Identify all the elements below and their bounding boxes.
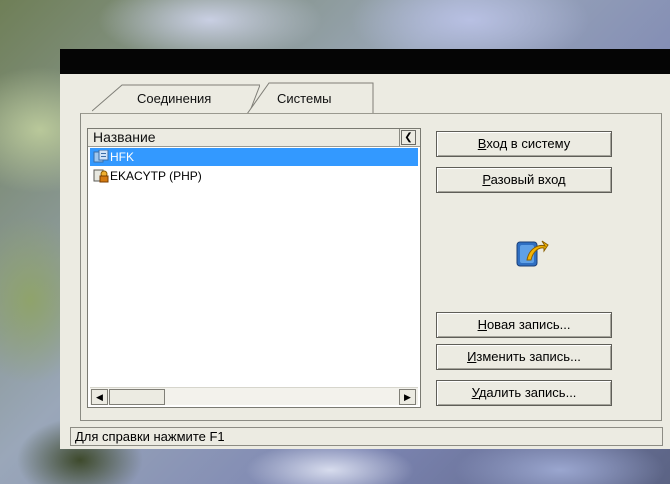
tab-connections[interactable]: Соединения [92, 84, 260, 112]
horizontal-scrollbar[interactable]: ◀ ▶ [90, 387, 418, 405]
login-button-label: ход в систему [486, 136, 571, 151]
tab-connections-label: Соединения [137, 91, 212, 106]
new-entry-button-label: овая запись... [486, 317, 571, 332]
login-button[interactable]: Вход в систему [436, 131, 612, 157]
system-icon [93, 150, 109, 163]
new-entry-button-mnemonic: Н [477, 317, 487, 332]
edit-entry-button[interactable]: Изменить запись... [436, 344, 612, 370]
new-entry-button[interactable]: Новая запись... [436, 312, 612, 338]
list-item[interactable]: EKACYTP (PHP) [90, 167, 418, 185]
list-item[interactable]: HFK [90, 148, 418, 166]
edit-entry-button-mnemonic: И [467, 349, 477, 364]
scroll-left-icon[interactable]: ◀ [91, 389, 108, 405]
status-bar: Для справки нажмите F1 [70, 427, 663, 446]
dialog-titlebar[interactable] [60, 49, 670, 74]
list-item-label: HFK [110, 150, 134, 164]
list-header: Название ❮ [88, 129, 420, 147]
sap-logon-logo-icon [516, 240, 549, 267]
single-login-button-label: азовый вход [490, 172, 566, 187]
edit-entry-button-label: зменить запись... [476, 349, 581, 364]
single-login-button[interactable]: Разовый вход [436, 167, 612, 193]
systems-list[interactable]: Название ❮ HFK EKACYTP (PHP) ◀ ▶ [87, 128, 421, 408]
scroll-right-icon[interactable]: ▶ [399, 389, 416, 405]
delete-entry-button-mnemonic: У [471, 385, 479, 400]
scrollbar-thumb[interactable] [109, 389, 165, 405]
tab-systems[interactable]: Системы [247, 82, 375, 115]
header-scroll-left-icon[interactable]: ❮ [401, 130, 416, 145]
logon-dialog: Соединения Системы Название ❮ HFK EKACYT… [60, 49, 670, 449]
tab-systems-label: Системы [277, 91, 332, 106]
column-header-name[interactable]: Название [90, 129, 400, 146]
single-login-button-mnemonic: Р [482, 172, 491, 187]
delete-entry-button[interactable]: Удалить запись... [436, 380, 612, 406]
list-item-label: EKACYTP (PHP) [110, 169, 202, 183]
locked-system-icon [93, 169, 109, 183]
delete-entry-button-label: далить запись... [478, 385, 577, 400]
